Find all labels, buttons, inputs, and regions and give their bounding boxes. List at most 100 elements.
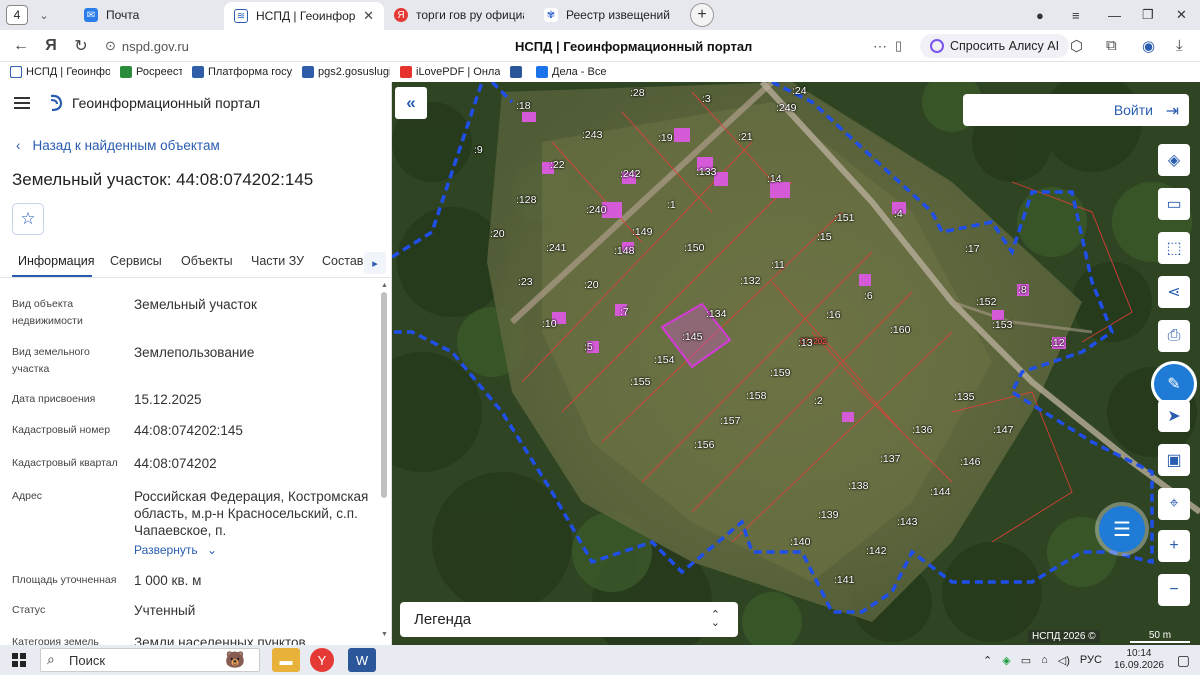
tab-information[interactable]: Информация [18,254,95,268]
parcel-label[interactable]: :134 [706,308,726,320]
file-explorer-icon[interactable]: ▬ [272,648,300,672]
parcel-label[interactable]: :137 [880,453,900,465]
parcel-label[interactable]: :154 [654,354,674,366]
parcel-label[interactable]: :158 [746,390,766,402]
reload-icon[interactable]: ↻ [66,36,96,56]
parcel-label[interactable]: :155 [630,376,650,388]
parcel-label[interactable]: :22 [550,159,565,171]
bookmark-nspd[interactable]: НСПД | Геоинфор [10,66,110,78]
parcel-label[interactable]: :146 [960,456,980,468]
parcel-label[interactable]: :153 [992,319,1012,331]
parcel-label[interactable]: :19 [658,132,673,144]
tab-reestr[interactable]: ✾ Реестр извещений [534,2,684,28]
parcel-label[interactable]: :1 [667,199,676,211]
share-button[interactable]: ⋖ [1158,276,1190,308]
restore-icon[interactable]: ❐ [1142,0,1154,30]
parcel-label[interactable]: :20 [584,279,599,291]
alisa-button[interactable]: Спросить Алису AI [920,34,1070,58]
parcel-label[interactable]: :7 [620,306,629,318]
yandex-icon[interactable]: Я [36,37,66,55]
parcel-label[interactable]: :3 [702,93,711,105]
tabs-next-chevron-icon[interactable]: ▸ [364,252,386,274]
minimize-icon[interactable]: — [1108,0,1121,30]
parcel-label[interactable]: :4 [894,208,903,220]
parcel-label[interactable]: :150 [684,242,704,254]
volume-icon[interactable]: ◁) [1058,654,1070,667]
language-indicator[interactable]: РУС [1080,654,1102,666]
parcel-label[interactable]: :11 [771,259,785,271]
url-field[interactable]: ⊙ nspd.gov.ru НСПД | Геоинформационный п… [105,34,915,58]
menu-icon[interactable]: ≡ [1072,0,1080,30]
tab-services[interactable]: Сервисы [110,254,162,268]
parcel-label[interactable]: :12 [1050,337,1065,349]
parcel-label[interactable]: :138 [848,480,868,492]
tab-objects[interactable]: Объекты [181,254,233,268]
tab-list-chevron-icon[interactable]: ⌄ [34,9,54,22]
parcel-label[interactable]: :148 [614,245,634,257]
parcel-label[interactable]: :21 [738,131,753,143]
parcel-label[interactable]: :20 [490,228,505,240]
parcel-label[interactable]: :144 [930,486,950,498]
parcel-label[interactable]: :157 [720,415,740,427]
parcel-label[interactable]: :17 [965,243,980,255]
tab-parts[interactable]: Части ЗУ [251,254,304,268]
parcel-label[interactable]: :128 [516,194,536,206]
ruler-button[interactable]: ▭ [1158,188,1190,220]
parcel-label[interactable]: :147 [993,424,1013,436]
parcel-label[interactable]: :15 [817,231,832,243]
parcel-label[interactable]: :18 [516,100,531,112]
bookmark-platforma[interactable]: Платформа госуд [192,66,292,78]
parcel-label[interactable]: :139 [818,509,838,521]
parcel-label[interactable]: :241 [546,242,566,254]
tab-mail[interactable]: ✉ Почта [74,2,224,28]
word-icon[interactable]: W [348,648,376,672]
select-area-button[interactable]: ⬚ [1158,232,1190,264]
legend-dropdown[interactable]: Легенда ⌃ ⌄ [400,602,738,637]
bookmark-icon[interactable]: ▯ [895,38,902,54]
windows-start-icon[interactable] [12,653,26,667]
profile-icon[interactable]: ● [1036,0,1044,30]
chat-button[interactable]: ☰ [1099,506,1145,552]
tab-counter[interactable]: 4 [6,5,28,25]
menu-hamburger-icon[interactable] [14,97,30,109]
parcel-label[interactable]: :136 [912,424,932,436]
parcel-label[interactable]: :142 [866,545,886,557]
parcel-label[interactable]: :23 [518,276,533,288]
kaspersky-icon[interactable]: ◈ [1002,654,1010,667]
parcel-label[interactable]: :149 [632,226,652,238]
close-window-icon[interactable]: ✕ [1176,0,1187,30]
expand-address-link[interactable]: Развернуть ⌄ [134,543,217,557]
parcel-label[interactable]: :243 [582,129,602,141]
parcel-label[interactable]: :6 [864,290,873,302]
collections-icon[interactable]: ⧉ [1106,37,1117,54]
parcel-label[interactable]: :8 [1018,284,1027,296]
battery-icon[interactable]: ▭ [1021,654,1031,667]
close-tab-icon[interactable]: ✕ [363,8,374,24]
layers-button[interactable]: ◈ [1158,144,1190,176]
minimap-button[interactable]: ▣ [1158,444,1190,476]
print-button[interactable]: ⎙ [1158,320,1190,352]
tab-composition[interactable]: Состав [322,254,363,268]
zoom-in-button[interactable]: + [1158,530,1190,562]
tab-torgi[interactable]: Я торги гов ру официальный сайт [384,2,534,28]
parcel-label[interactable]: :9 [474,144,483,156]
parcel-label[interactable]: :16 [826,309,841,321]
parcel-label[interactable]: :240 [586,204,606,216]
downloads-icon[interactable]: ⤓ [1176,37,1183,54]
more-icon[interactable]: ⋯ [873,38,887,55]
profile-sync-icon[interactable]: ◉ [1142,37,1155,55]
yandex-browser-icon[interactable]: Y [310,648,334,672]
back-icon[interactable]: ← [6,37,36,55]
collapse-panel-button[interactable]: « [395,87,427,119]
parcel-label[interactable]: :159 [770,367,790,379]
new-tab-button[interactable]: + [690,3,714,27]
clock[interactable]: 10:14 16.09.2026 [1114,648,1164,672]
parcel-label[interactable]: :152 [976,296,996,308]
back-to-results-link[interactable]: ‹ Назад к найденным объектам [16,138,220,153]
bookmark-word[interactable] [510,66,526,78]
login-button[interactable]: Войти ⇥ [963,94,1189,126]
parcel-label[interactable]: :249 [776,102,796,114]
parcel-label[interactable]: :140 [790,536,810,548]
map-view[interactable]: « Войти ⇥ ◈ ▭ ⬚ ⋖ ⎙ ✎ ➤ ▣ ⌖ + − ☰ Легенд… [392,82,1200,645]
parcel-label[interactable]: :160 [890,324,910,336]
